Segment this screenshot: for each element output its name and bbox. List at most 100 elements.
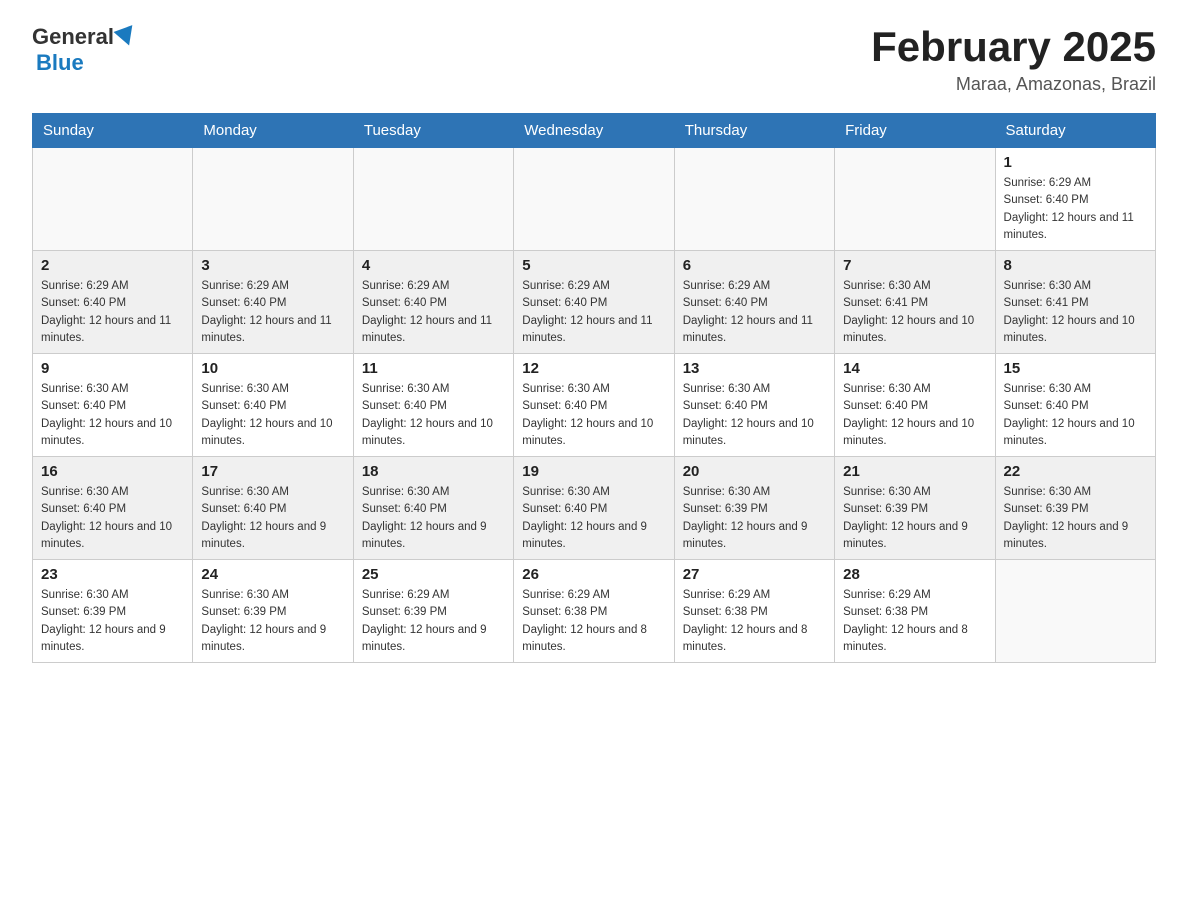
day-info: Sunrise: 6:29 AMSunset: 6:40 PMDaylight:… [683,278,826,347]
calendar-table: Sunday Monday Tuesday Wednesday Thursday… [32,113,1156,663]
table-row: 11 Sunrise: 6:30 AMSunset: 6:40 PMDayligh… [353,354,513,457]
table-row: 25Sunrise: 6:29 AMSunset: 6:39 PMDayligh… [353,560,513,663]
col-header-wednesday: Wednesday [514,114,674,148]
col-header-saturday: Saturday [995,114,1155,148]
table-row: 7 Sunrise: 6:30 AMSunset: 6:41 PMDaylight… [835,251,995,354]
day-info: Sunrise: 6:29 AMSunset: 6:40 PMDaylight:… [362,278,505,347]
logo-blue-text: Blue [36,50,84,75]
day-info: Sunrise: 6:30 AMSunset: 6:39 PMDaylight:… [843,484,986,553]
table-row: 15 Sunrise: 6:30 AMSunset: 6:40 PMDayligh… [995,354,1155,457]
calendar-week-row: 9Sunrise: 6:30 AMSunset: 6:40 PMDaylight… [33,354,1156,457]
table-row: 21 Sunrise: 6:30 AMSunset: 6:39 PMDayligh… [835,457,995,560]
table-row: 13 Sunrise: 6:30 AMSunset: 6:40 PMDayligh… [674,354,834,457]
day-number: 2 [41,257,184,274]
col-header-monday: Monday [193,114,353,148]
day-number: 19 [522,463,665,480]
day-info: Sunrise: 6:29 AMSunset: 6:38 PMDaylight:… [683,587,826,656]
table-row [353,148,513,251]
logo-triangle-icon [113,25,138,49]
day-number: 6 [683,257,826,274]
day-number: 5 [522,257,665,274]
logo-general-text: General [32,24,114,50]
day-info: Sunrise: 6:30 AMSunset: 6:41 PMDaylight:… [1004,278,1147,347]
day-number: 17 [201,463,344,480]
table-row [674,148,834,251]
day-number: 7 [843,257,986,274]
day-info: Sunrise: 6:29 AMSunset: 6:40 PMDaylight:… [41,278,184,347]
col-header-sunday: Sunday [33,114,193,148]
table-row: 2 Sunrise: 6:29 AMSunset: 6:40 PMDaylight… [33,251,193,354]
table-row [995,560,1155,663]
day-number: 18 [362,463,505,480]
day-info: Sunrise: 6:30 AMSunset: 6:40 PMDaylight:… [683,381,826,450]
table-row [835,148,995,251]
calendar-week-row: 23 Sunrise: 6:30 AMSunset: 6:39 PMDayligh… [33,560,1156,663]
day-number: 26 [522,566,665,583]
table-row [33,148,193,251]
day-number: 21 [843,463,986,480]
calendar-week-row: 2 Sunrise: 6:29 AMSunset: 6:40 PMDaylight… [33,251,1156,354]
day-number: 4 [362,257,505,274]
table-row: 9Sunrise: 6:30 AMSunset: 6:40 PMDaylight… [33,354,193,457]
day-number: 24 [201,566,344,583]
table-row: 23 Sunrise: 6:30 AMSunset: 6:39 PMDayligh… [33,560,193,663]
day-info: Sunrise: 6:30 AMSunset: 6:40 PMDaylight:… [843,381,986,450]
day-number: 15 [1004,360,1147,377]
table-row [193,148,353,251]
table-row: 4 Sunrise: 6:29 AMSunset: 6:40 PMDaylight… [353,251,513,354]
day-info: Sunrise: 6:29 AMSunset: 6:40 PMDaylight:… [522,278,665,347]
day-info: Sunrise: 6:30 AMSunset: 6:40 PMDaylight:… [41,381,184,450]
calendar-title: February 2025 [871,24,1156,70]
table-row: 17 Sunrise: 6:30 AMSunset: 6:40 PMDayligh… [193,457,353,560]
col-header-tuesday: Tuesday [353,114,513,148]
calendar-week-row: 1Sunrise: 6:29 AMSunset: 6:40 PMDaylight… [33,148,1156,251]
day-number: 16 [41,463,184,480]
day-number: 13 [683,360,826,377]
table-row: 1Sunrise: 6:29 AMSunset: 6:40 PMDaylight… [995,148,1155,251]
day-info: Sunrise: 6:30 AMSunset: 6:40 PMDaylight:… [522,381,665,450]
day-number: 12 [522,360,665,377]
day-number: 8 [1004,257,1147,274]
day-number: 25 [362,566,505,583]
day-number: 14 [843,360,986,377]
day-info: Sunrise: 6:30 AMSunset: 6:39 PMDaylight:… [201,587,344,656]
day-info: Sunrise: 6:29 AMSunset: 6:40 PMDaylight:… [201,278,344,347]
table-row [514,148,674,251]
day-number: 3 [201,257,344,274]
calendar-subtitle: Maraa, Amazonas, Brazil [871,74,1156,95]
day-number: 27 [683,566,826,583]
logo: General Blue [32,24,138,76]
title-area: February 2025 Maraa, Amazonas, Brazil [871,24,1156,95]
day-info: Sunrise: 6:30 AMSunset: 6:40 PMDaylight:… [1004,381,1147,450]
table-row: 5 Sunrise: 6:29 AMSunset: 6:40 PMDaylight… [514,251,674,354]
table-row: 16 Sunrise: 6:30 AMSunset: 6:40 PMDayligh… [33,457,193,560]
table-row: 3 Sunrise: 6:29 AMSunset: 6:40 PMDaylight… [193,251,353,354]
day-info: Sunrise: 6:29 AMSunset: 6:38 PMDaylight:… [843,587,986,656]
calendar-header-row: Sunday Monday Tuesday Wednesday Thursday… [33,114,1156,148]
day-number: 20 [683,463,826,480]
day-info: Sunrise: 6:30 AMSunset: 6:40 PMDaylight:… [201,484,344,553]
table-row: 18Sunrise: 6:30 AMSunset: 6:40 PMDayligh… [353,457,513,560]
day-number: 11 [362,360,505,377]
table-row: 26Sunrise: 6:29 AMSunset: 6:38 PMDayligh… [514,560,674,663]
day-info: Sunrise: 6:30 AMSunset: 6:39 PMDaylight:… [1004,484,1147,553]
table-row: 24 Sunrise: 6:30 AMSunset: 6:39 PMDayligh… [193,560,353,663]
table-row: 22 Sunrise: 6:30 AMSunset: 6:39 PMDayligh… [995,457,1155,560]
col-header-thursday: Thursday [674,114,834,148]
table-row: 20Sunrise: 6:30 AMSunset: 6:39 PMDayligh… [674,457,834,560]
page-header: General Blue February 2025 Maraa, Amazon… [32,24,1156,95]
table-row: 6 Sunrise: 6:29 AMSunset: 6:40 PMDaylight… [674,251,834,354]
calendar-week-row: 16 Sunrise: 6:30 AMSunset: 6:40 PMDayligh… [33,457,1156,560]
day-info: Sunrise: 6:30 AMSunset: 6:40 PMDaylight:… [41,484,184,553]
table-row: 14 Sunrise: 6:30 AMSunset: 6:40 PMDayligh… [835,354,995,457]
day-number: 22 [1004,463,1147,480]
table-row: 12 Sunrise: 6:30 AMSunset: 6:40 PMDayligh… [514,354,674,457]
day-number: 23 [41,566,184,583]
table-row: 28 Sunrise: 6:29 AMSunset: 6:38 PMDayligh… [835,560,995,663]
table-row: 19Sunrise: 6:30 AMSunset: 6:40 PMDayligh… [514,457,674,560]
day-info: Sunrise: 6:30 AMSunset: 6:41 PMDaylight:… [843,278,986,347]
day-info: Sunrise: 6:30 AMSunset: 6:40 PMDaylight:… [362,381,505,450]
col-header-friday: Friday [835,114,995,148]
day-info: Sunrise: 6:30 AMSunset: 6:39 PMDaylight:… [41,587,184,656]
day-number: 28 [843,566,986,583]
